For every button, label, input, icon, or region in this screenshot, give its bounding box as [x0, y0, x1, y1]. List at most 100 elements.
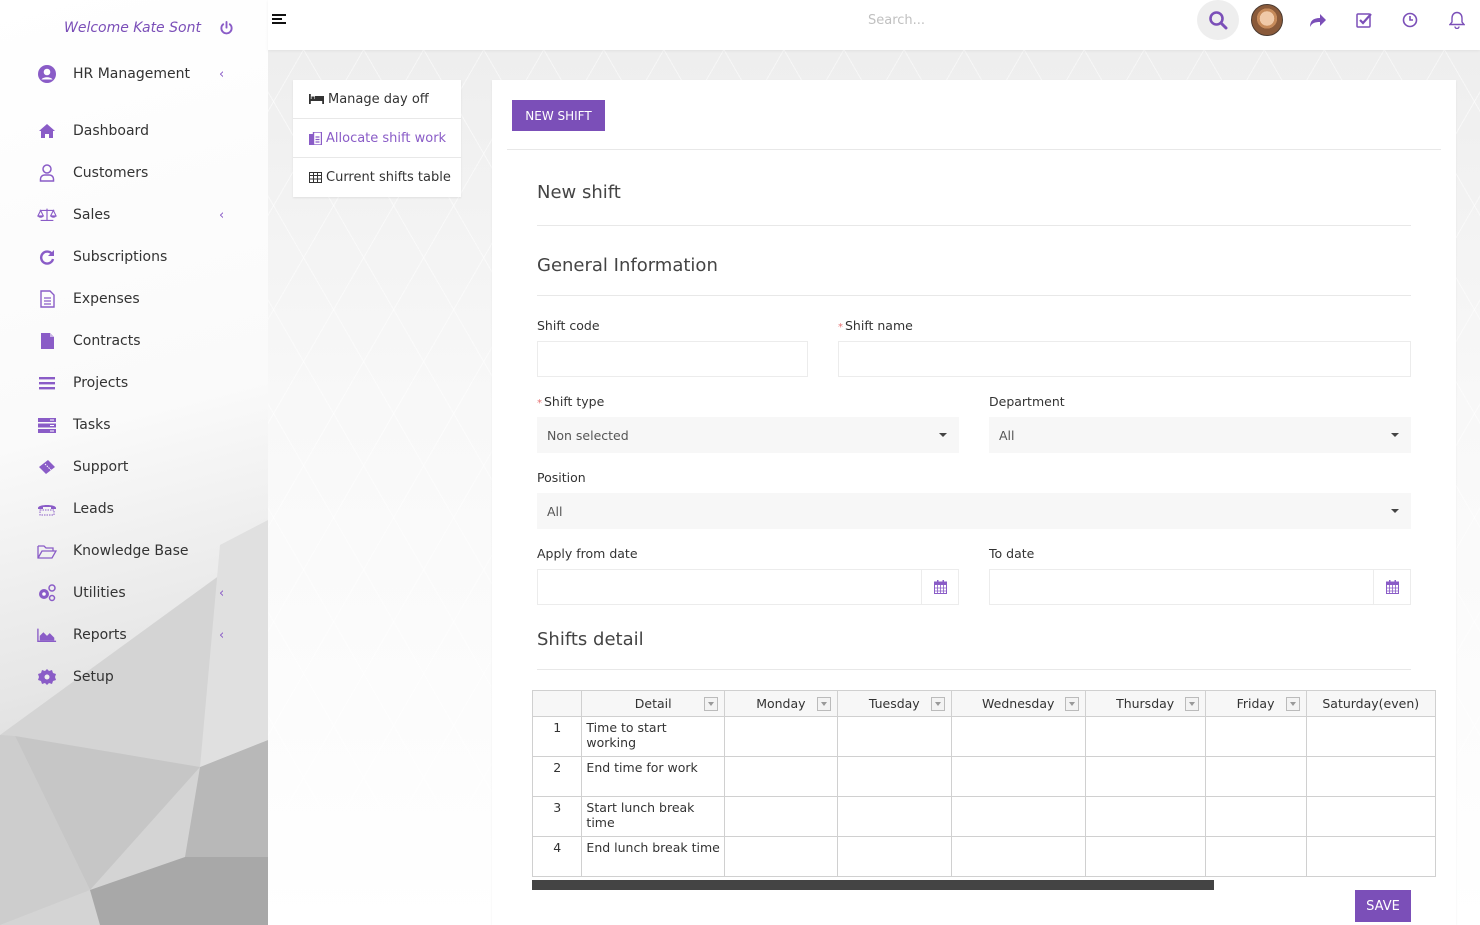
shifts-detail-heading: Shifts detail [537, 629, 644, 650]
thursday-cell[interactable] [1084, 756, 1206, 797]
tuesday-cell[interactable] [836, 796, 952, 837]
row-number: 1 [532, 716, 583, 757]
tasks-icon [37, 415, 57, 435]
to-date-picker-button[interactable] [1373, 569, 1411, 605]
friday-cell[interactable] [1204, 836, 1307, 877]
detail-cell[interactable]: Start lunch break time [581, 796, 725, 837]
column-header-label: Detail [634, 696, 672, 711]
position-select[interactable]: All [537, 493, 1411, 529]
detail-cell[interactable]: Time to start working [581, 716, 725, 757]
sidebar-item-subscriptions[interactable]: Subscriptions [0, 236, 268, 278]
file-icon [37, 331, 57, 351]
wednesday-cell[interactable] [950, 716, 1086, 757]
saturday-cell[interactable] [1305, 836, 1436, 877]
wednesday-cell[interactable] [950, 796, 1086, 837]
row-number: 2 [532, 756, 583, 797]
save-button[interactable]: SAVE [1355, 890, 1411, 922]
monday-cell[interactable] [723, 796, 838, 837]
submenu-item-current-shifts-table[interactable]: Current shifts table [293, 158, 461, 197]
sidebar-item-contracts[interactable]: Contracts [0, 320, 268, 362]
search-input[interactable] [868, 8, 1188, 32]
tuesday-cell[interactable] [836, 756, 952, 797]
tasks-check-button[interactable] [1343, 0, 1385, 40]
logout-power-icon[interactable] [219, 21, 234, 36]
column-filter-button[interactable] [930, 697, 945, 711]
thursday-cell[interactable] [1084, 836, 1206, 877]
friday-cell[interactable] [1204, 796, 1307, 837]
friday-cell[interactable] [1204, 756, 1307, 797]
saturday-cell[interactable] [1305, 756, 1436, 797]
shift-type-label-text: Shift type [544, 394, 605, 409]
sidebar-item-utilities[interactable]: Utilities ‹ [0, 572, 268, 614]
thursday-cell[interactable] [1084, 796, 1206, 837]
sidebar-item-label: Expenses [73, 291, 140, 307]
divider [537, 295, 1411, 296]
position-label: Position [537, 470, 586, 485]
search-button[interactable] [1197, 0, 1239, 40]
sidebar-item-setup[interactable]: Setup [0, 656, 268, 698]
saturday-cell[interactable] [1305, 716, 1436, 757]
apply-from-date-input[interactable] [537, 569, 959, 605]
sidebar-item-expenses[interactable]: Expenses [0, 278, 268, 320]
apply-from-date-picker-button[interactable] [921, 569, 959, 605]
saturday-cell[interactable] [1305, 796, 1436, 837]
to-date-input[interactable] [989, 569, 1411, 605]
wednesday-cell[interactable] [950, 756, 1086, 797]
to-date-label: To date [989, 546, 1035, 561]
shift-type-select[interactable]: Non selected [537, 417, 959, 453]
menu-toggle-icon[interactable] [272, 14, 286, 26]
column-header-label: Thursday [1116, 696, 1175, 711]
detail-cell[interactable]: End time for work [581, 756, 725, 797]
column-filter-button[interactable] [1285, 697, 1300, 711]
submenu-item-allocate-shift-work[interactable]: Allocate shift work [293, 119, 461, 158]
monday-cell[interactable] [723, 716, 838, 757]
submenu-item-manage-day-off[interactable]: Manage day off [293, 80, 461, 119]
column-filter-button[interactable] [703, 697, 718, 711]
monday-cell[interactable] [723, 836, 838, 877]
wednesday-cell[interactable] [950, 836, 1086, 877]
chevron-left-icon: ‹ [219, 585, 225, 601]
shift-type-label: * Shift type [537, 394, 604, 409]
notifications-button[interactable] [1436, 0, 1478, 40]
tuesday-cell[interactable] [836, 836, 952, 877]
sidebar-item-knowledge-base[interactable]: Knowledge Base [0, 530, 268, 572]
sidebar-item-customers[interactable]: Customers [0, 152, 268, 194]
monday-cell[interactable] [723, 756, 838, 797]
new-shift-button[interactable]: NEW SHIFT [512, 100, 605, 131]
sidebar-item-leads[interactable]: Leads [0, 488, 268, 530]
sidebar-item-label: Reports [73, 627, 127, 643]
column-filter-button[interactable] [1184, 697, 1199, 711]
table-icon [309, 172, 322, 183]
sidebar-item-support[interactable]: Support [0, 446, 268, 488]
divider [537, 669, 1411, 670]
form-title: New shift [537, 182, 621, 203]
sidebar-item-tasks[interactable]: Tasks [0, 404, 268, 446]
detail-cell[interactable]: End lunch break time [581, 836, 725, 877]
sidebar-item-projects[interactable]: Projects [0, 362, 268, 404]
sidebar-item-sales[interactable]: Sales ‹ [0, 194, 268, 236]
table-row: 2 End time for work [532, 756, 1436, 797]
sidebar-item-reports[interactable]: Reports ‹ [0, 614, 268, 656]
sidebar-item-hr-management[interactable]: HR Management ‹ [0, 52, 268, 96]
home-icon [37, 121, 57, 141]
horizontal-scrollbar[interactable] [532, 880, 1214, 890]
column-header-index [532, 690, 583, 717]
column-filter-button[interactable] [1064, 697, 1079, 711]
sidebar-item-label: Setup [73, 669, 114, 685]
department-select[interactable]: All [989, 417, 1411, 453]
shift-name-input[interactable] [838, 341, 1411, 377]
department-label: Department [989, 394, 1065, 409]
share-button[interactable] [1297, 0, 1339, 40]
timer-button[interactable] [1389, 0, 1431, 40]
column-filter-button[interactable] [816, 697, 831, 711]
thursday-cell[interactable] [1084, 716, 1206, 757]
friday-cell[interactable] [1204, 716, 1307, 757]
user-avatar[interactable] [1251, 4, 1283, 36]
tuesday-cell[interactable] [836, 716, 952, 757]
column-header-saturday-even: Saturday(even) [1305, 690, 1436, 717]
general-information-heading: General Information [537, 255, 718, 276]
bed-icon [309, 94, 324, 104]
sidebar-item-dashboard[interactable]: Dashboard [0, 110, 268, 152]
folder-open-icon [37, 541, 57, 561]
shift-code-input[interactable] [537, 341, 808, 377]
